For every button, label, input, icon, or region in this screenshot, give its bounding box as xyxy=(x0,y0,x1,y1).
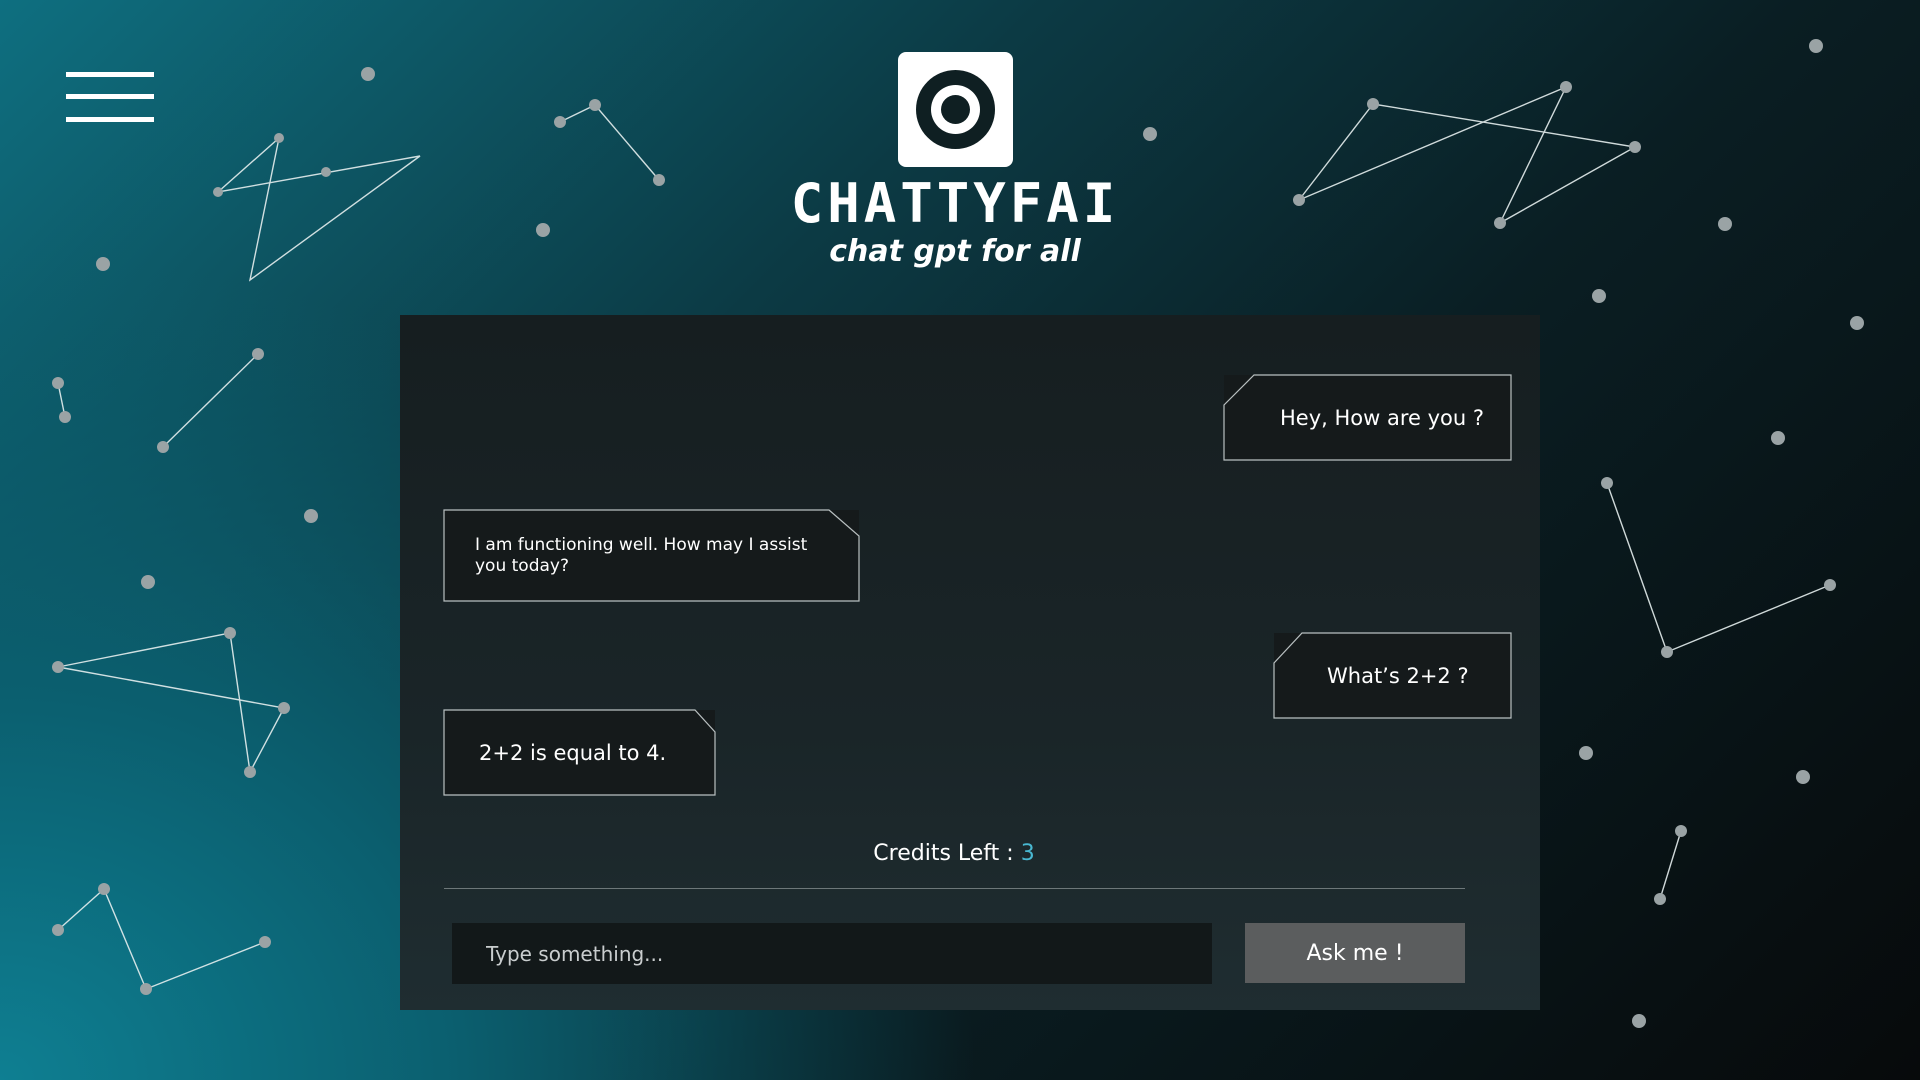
assistant-message-bubble: 2+2 is equal to 4. xyxy=(443,709,716,796)
message-text: 2+2 is equal to 4. xyxy=(479,740,667,765)
credits-count: 3 xyxy=(1020,841,1035,866)
hamburger-menu-icon-bar-middle xyxy=(66,94,154,99)
message-text: Hey, How are you ? xyxy=(1280,405,1485,430)
ask-button[interactable]: Ask me ! xyxy=(1245,923,1465,983)
app-logo-icon xyxy=(898,52,1013,167)
user-message-bubble: Hey, How are you ? xyxy=(1223,374,1512,461)
credits-label: Credits Left : xyxy=(873,841,1014,866)
hamburger-menu-icon-bar-bottom xyxy=(66,117,154,122)
credits-indicator: Credits Left : 3 xyxy=(444,841,1464,866)
chat-panel: Hey, How are you ? I am functioning well… xyxy=(400,315,1540,1010)
logo-ring-core xyxy=(941,95,970,124)
hamburger-menu-icon-bar-top xyxy=(66,72,154,77)
message-input[interactable] xyxy=(452,923,1212,984)
message-text: I am functioning well. How may I assist … xyxy=(475,534,808,576)
composer-divider xyxy=(444,888,1465,889)
user-message-bubble: What’s 2+2 ? xyxy=(1273,632,1512,719)
hamburger-menu-button[interactable] xyxy=(66,70,154,126)
brand-name: CHATTYFAI xyxy=(790,172,1120,235)
brand-tagline: chat gpt for all xyxy=(829,234,1081,269)
assistant-message-bubble: I am functioning well. How may I assist … xyxy=(443,509,860,602)
message-text: What’s 2+2 ? xyxy=(1327,663,1469,688)
